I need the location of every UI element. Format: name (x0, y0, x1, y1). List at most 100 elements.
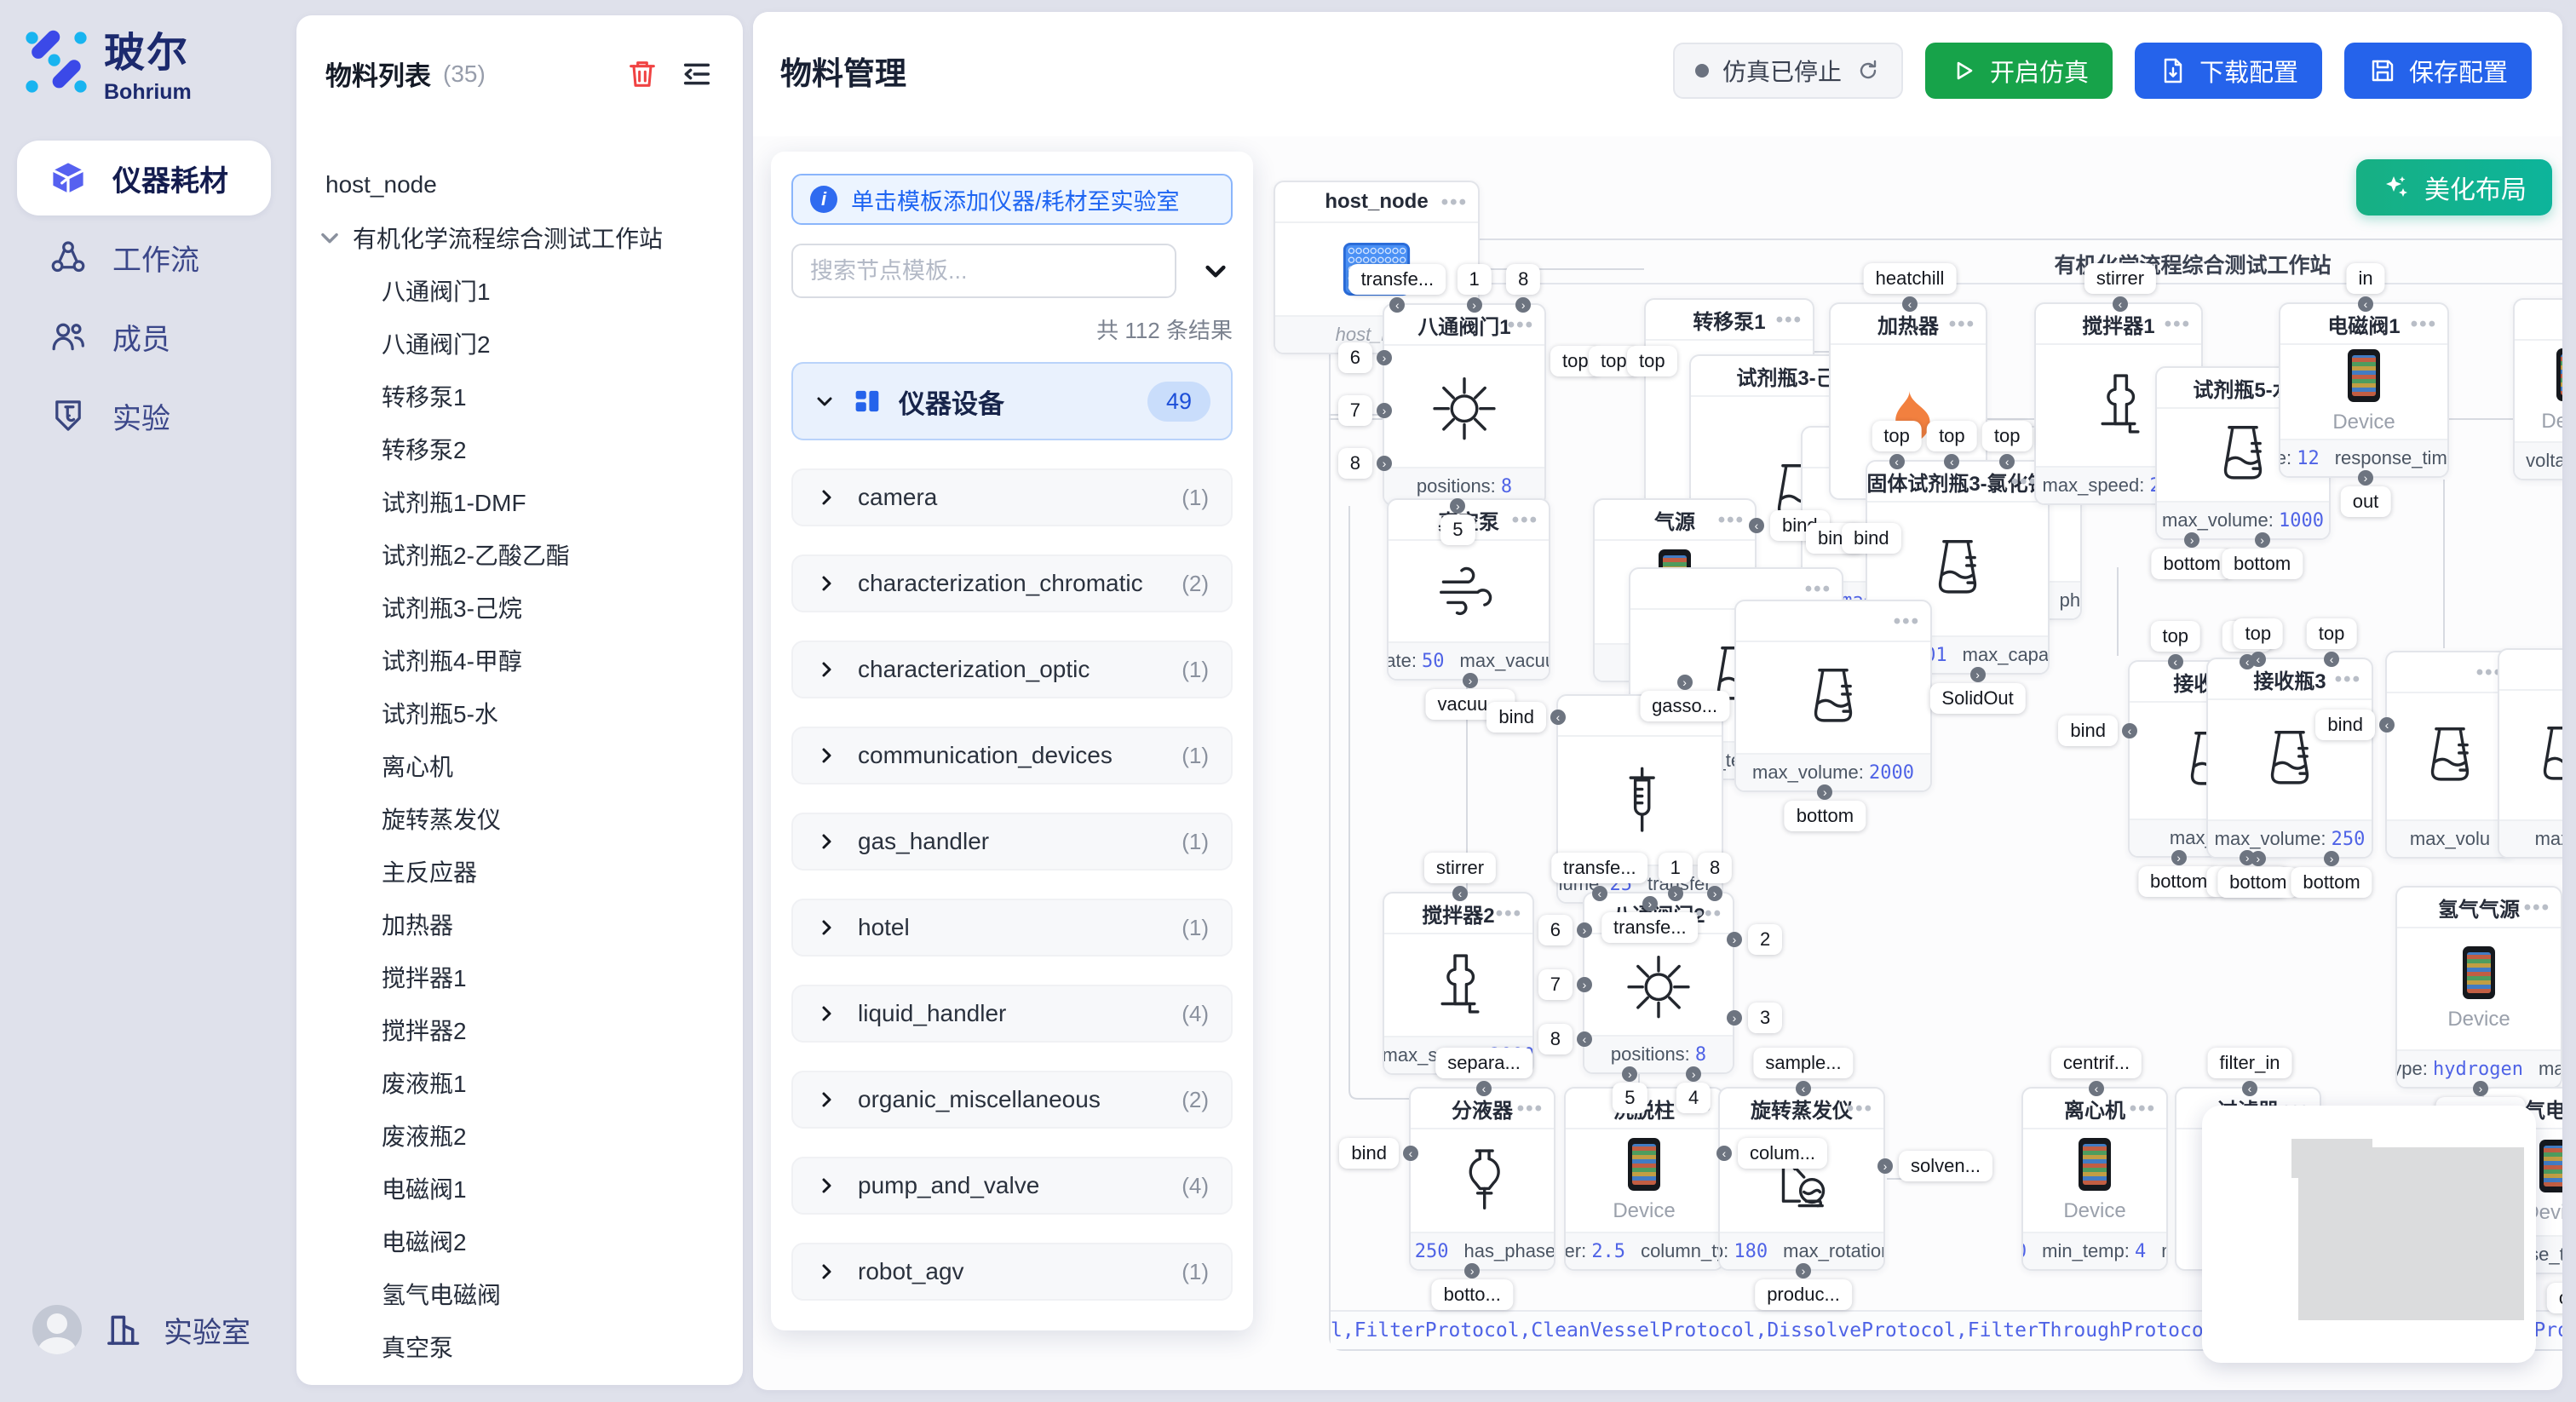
node-menu-icon[interactable]: ••• (1441, 182, 1468, 223)
param-value: 50 (1422, 651, 1445, 672)
category-name: hotel (858, 914, 910, 941)
tree-item[interactable]: 八通阀门1 (296, 264, 743, 317)
sidebar-item-workflow[interactable]: 工作流 (17, 220, 271, 295)
node-menu-icon[interactable]: ••• (1512, 500, 1538, 541)
port-label: bind (1339, 1138, 1399, 1169)
node-menu-icon[interactable]: ••• (2524, 888, 2550, 928)
materials-count: (35) (443, 60, 486, 88)
node-title: 气源••• (1595, 500, 1755, 541)
node-card-unnamed[interactable]: •••max_v (2498, 648, 2562, 859)
tree-item[interactable]: 电磁阀1 (296, 1162, 743, 1215)
category-row-robot_agv[interactable]: robot_agv(1) (791, 1243, 1233, 1301)
node-card-接收瓶3[interactable]: 接收瓶3•••max_volume: 250top‹top‹bottom›bot… (2206, 658, 2373, 859)
template-search-input[interactable] (791, 244, 1176, 298)
node-card-旋转蒸发仪[interactable]: 旋转蒸发仪•••temp: 180max_rotation_spsample..… (1718, 1087, 1885, 1271)
sidebar-item-experiments[interactable]: 实验 (17, 378, 271, 453)
node-menu-icon[interactable]: ••• (1847, 1089, 1873, 1129)
node-body (2499, 691, 2562, 819)
node-menu-icon[interactable]: ••• (1776, 300, 1803, 341)
tree-item-label: 八通阀门2 (382, 326, 491, 360)
node-footer: max_volume: 250 (2208, 819, 2372, 857)
port-handle-icon: › (1727, 1010, 1742, 1026)
minimap[interactable] (2202, 1106, 2536, 1363)
node-menu-icon[interactable]: ••• (2411, 304, 2437, 345)
port-handle-icon: › (1796, 1263, 1811, 1278)
port-handle-icon: › (1668, 886, 1683, 901)
tree-item[interactable]: 旋转蒸发仪 (296, 792, 743, 845)
category-row-gas_handler[interactable]: gas_handler(1) (791, 813, 1233, 871)
category-row-hotel[interactable]: hotel(1) (791, 899, 1233, 957)
sidebar-lab-entry[interactable]: 实验室 (32, 1305, 250, 1354)
port-handle-icon: › (2255, 532, 2270, 548)
node-card-分液器[interactable]: 分液器•••volume: 250has_phases: truesepara.… (1409, 1087, 1555, 1271)
node-card-八通阀门1[interactable]: 八通阀门1•••positions: 8transfe...‹1›8›6›7›8… (1383, 303, 1546, 506)
node-menu-icon[interactable]: ••• (2335, 659, 2361, 700)
tree-item[interactable]: 八通阀门2 (296, 317, 743, 370)
node-menu-icon[interactable]: ••• (1718, 500, 1745, 541)
start-simulation-button[interactable]: 开启仿真 (1925, 43, 2113, 99)
tree-item[interactable]: 废液瓶2 (296, 1109, 743, 1162)
category-row-organic_miscellaneous[interactable]: organic_miscellaneous(2) (791, 1071, 1233, 1129)
node-menu-icon[interactable]: ••• (2130, 1089, 2156, 1129)
tree-item[interactable]: 主反应器 (296, 845, 743, 898)
funnel-icon (1446, 1144, 1519, 1217)
chevron-down-icon (317, 225, 342, 250)
node-menu-icon[interactable]: ••• (1949, 304, 1975, 345)
category-row-characterization_chromatic[interactable]: characterization_chromatic(2) (791, 554, 1233, 612)
refresh-icon[interactable] (1855, 58, 1881, 83)
port-label: transfe... (1601, 912, 1699, 943)
node-menu-icon[interactable]: ••• (1894, 601, 1920, 642)
node-card-unnamed[interactable]: •••Devicevoltage: 12 (2513, 298, 2562, 480)
tree-item[interactable]: 试剂瓶3-己烷 (296, 581, 743, 634)
avatar[interactable] (32, 1305, 82, 1354)
port-label: in (2346, 263, 2384, 294)
node-body: Device (2515, 341, 2562, 441)
tree-item[interactable]: 搅拌器2 (296, 1003, 743, 1056)
tree-item[interactable]: 加热器 (296, 898, 743, 951)
port-handle-icon: › (1377, 403, 1392, 418)
node-card-离心机[interactable]: 离心机•••Devicetemp: 40min_temp: 4max_spece… (2021, 1087, 2168, 1271)
tree-item-workstation[interactable]: 有机化学流程综合测试工作站 (296, 211, 743, 264)
node-menu-icon[interactable]: ••• (2165, 304, 2191, 345)
category-row-camera[interactable]: camera(1) (791, 468, 1233, 526)
collapse-list-icon[interactable] (680, 57, 714, 91)
category-name: characterization_optic (858, 656, 1090, 683)
node-card-氢气气源[interactable]: 氢气气源•••Devicegas_type: hydrogenmax_prega… (2395, 886, 2562, 1089)
port-label[interactable]: top (1627, 346, 1677, 376)
download-config-button[interactable]: 下载配置 (2135, 43, 2322, 99)
tree-item[interactable]: 试剂瓶1-DMF (296, 475, 743, 528)
sidebar-item-instruments[interactable]: 仪器耗材 (17, 141, 271, 215)
tree-item[interactable]: 电磁阀2 (296, 1215, 743, 1267)
category-row-communication_devices[interactable]: communication_devices(1) (791, 727, 1233, 784)
tree-item[interactable]: 氢气电磁阀 (296, 1267, 743, 1320)
node-menu-icon[interactable]: ••• (1517, 1089, 1544, 1129)
tree-item[interactable]: 搅拌器1 (296, 951, 743, 1003)
category-group-instruments[interactable]: 仪器设备 49 (791, 362, 1233, 440)
node-menu-icon[interactable]: ••• (1496, 893, 1522, 934)
tree-item[interactable]: 转移泵1 (296, 370, 743, 422)
tree-item[interactable]: 试剂瓶5-水 (296, 687, 743, 739)
node-card-unnamed[interactable]: •••max_volume: 2000bottom› (1734, 600, 1932, 792)
category-name: liquid_handler (858, 1000, 1006, 1027)
category-row-characterization_optic[interactable]: characterization_optic(1) (791, 641, 1233, 698)
node-card-unnamed[interactable]: •••max_volubind‹ (2385, 651, 2515, 859)
port-label[interactable]: bind (1842, 523, 1901, 554)
sidebar-item-members[interactable]: 成员 (17, 299, 271, 374)
tree-item[interactable]: 试剂瓶2-乙酸乙酯 (296, 528, 743, 581)
trash-icon[interactable] (625, 57, 659, 91)
param-value: 8 (1501, 476, 1512, 497)
save-config-button[interactable]: 保存配置 (2344, 43, 2532, 99)
node-card-洗脱柱[interactable]: 洗脱柱•••Devicediameter: 2.5column_type: si… (1564, 1087, 1724, 1271)
category-row-pump_and_valve[interactable]: pump_and_valve(4) (791, 1157, 1233, 1215)
tree-item[interactable]: 废液瓶1 (296, 1056, 743, 1109)
tree-item[interactable]: 试剂瓶4-甲醇 (296, 634, 743, 687)
node-card-电磁阀1[interactable]: 电磁阀1•••Devicevoltage: 12response_time: 0… (2279, 302, 2449, 478)
tree-item[interactable]: 离心机 (296, 739, 743, 792)
chevron-down-icon[interactable] (1199, 254, 1233, 288)
tree-item[interactable]: 真空泵 (296, 1320, 743, 1373)
category-row-liquid_handler[interactable]: liquid_handler(4) (791, 985, 1233, 1043)
tree-item[interactable]: 转移泵2 (296, 422, 743, 475)
node-footer: voltage: 12 (2515, 441, 2562, 479)
tree-item-host-node[interactable]: host_node (296, 158, 743, 211)
beautify-layout-button[interactable]: 美化布局 (2356, 159, 2552, 215)
